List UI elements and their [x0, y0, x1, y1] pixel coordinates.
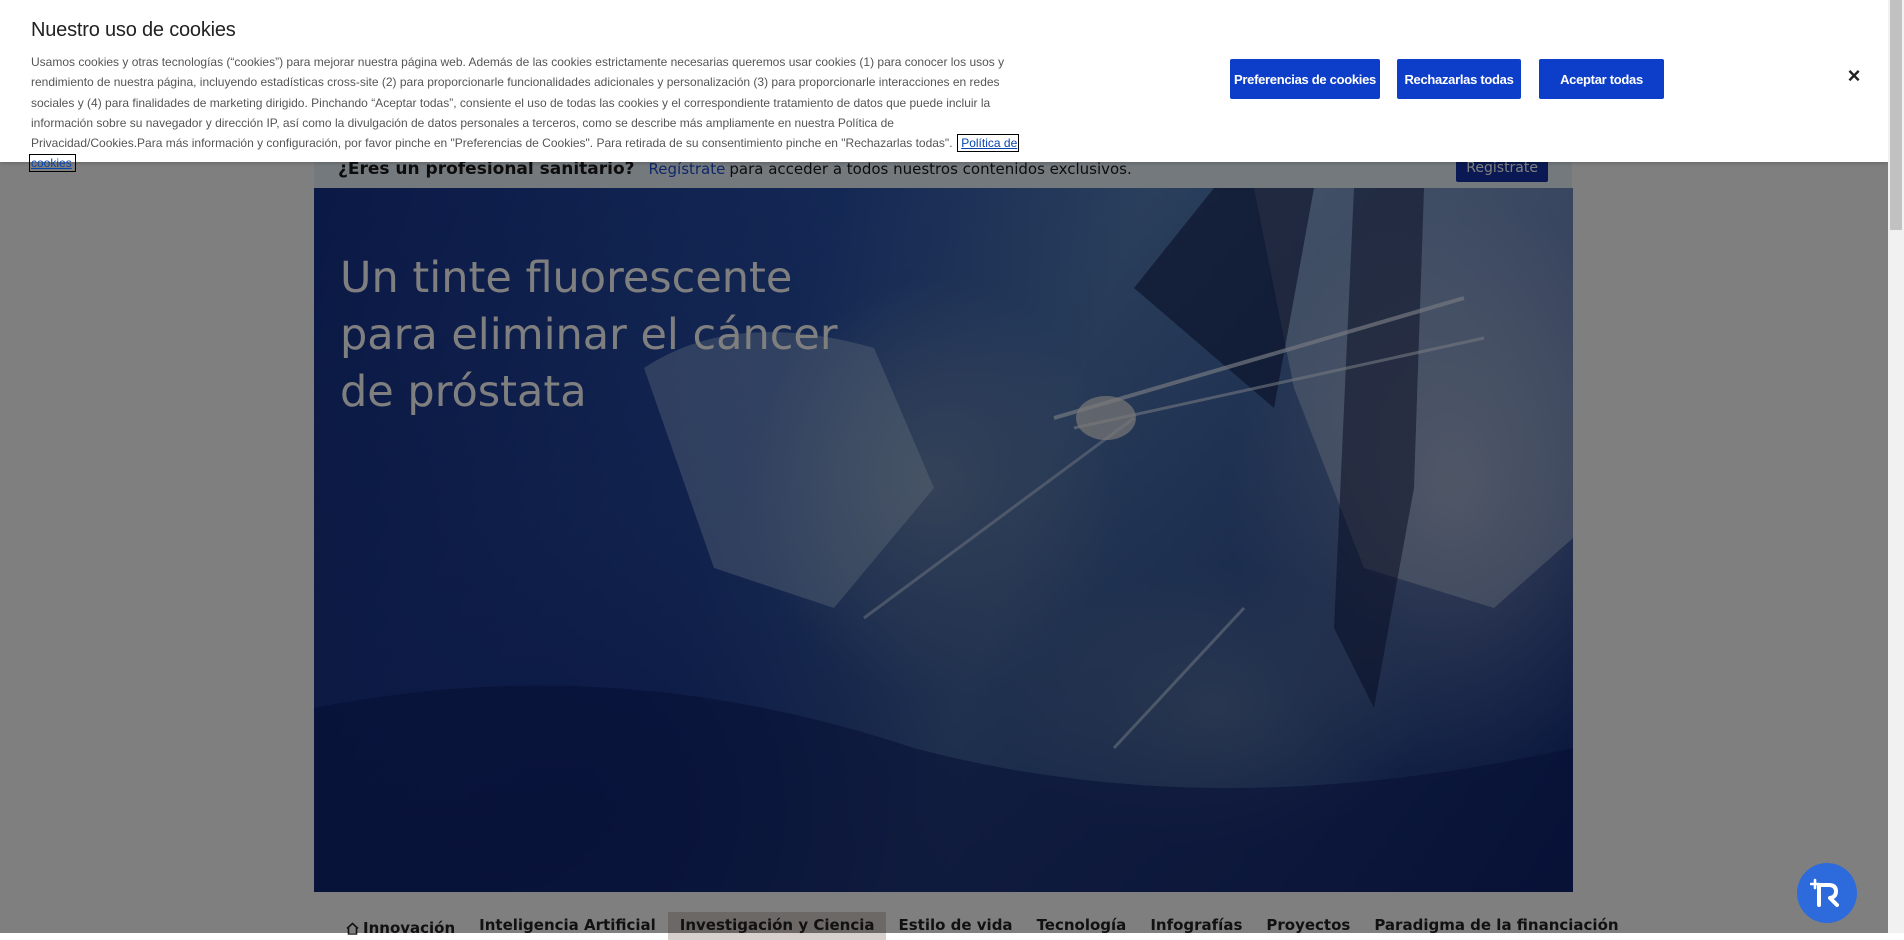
cookie-banner-title: Nuestro uso de cookies — [31, 19, 236, 41]
scrollbar[interactable] — [1888, 0, 1904, 933]
scrollbar-thumb[interactable] — [1890, 0, 1902, 230]
cookie-banner-text: Usamos cookies y otras tecnologías (“coo… — [28, 52, 1021, 174]
cookie-banner-body: Usamos cookies y otras tecnologías (“coo… — [31, 55, 1005, 151]
assistant-button[interactable] — [1797, 863, 1857, 923]
accept-all-button[interactable]: Aceptar todas — [1539, 59, 1664, 99]
reject-all-button[interactable]: Rechazarlas todas — [1397, 59, 1521, 99]
cookie-preferences-button[interactable]: Preferencias de cookies — [1230, 59, 1380, 99]
close-icon[interactable]: × — [1844, 65, 1864, 87]
cookie-banner: Nuestro uso de cookies Usamos cookies y … — [0, 0, 1888, 173]
assistant-icon — [1810, 878, 1839, 907]
